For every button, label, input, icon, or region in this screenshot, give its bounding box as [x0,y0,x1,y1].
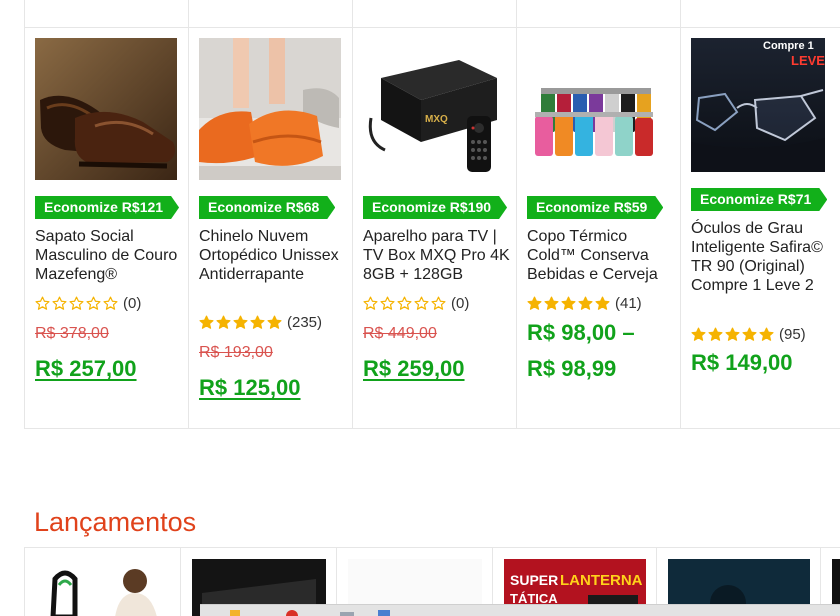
star-filled-icon [544,296,559,310]
star-rating [691,327,774,342]
star-filled-icon [759,327,774,341]
sale-price[interactable]: R$ 125,00 [199,375,301,401]
star-rating [199,315,282,330]
product-grid: Economize R$121 Sapato Social Masculino … [24,28,840,429]
folder-icon [230,610,240,616]
promo-text: LEVE 2 [791,53,825,68]
product-name[interactable]: Copo Térmico Cold™ Conserva Bebidas e Ce… [527,227,675,284]
star-filled-icon [267,315,282,329]
product-card[interactable]: MXQ Economize R$190 Aparelho para TV | T… [353,28,517,428]
rating: (95) [691,324,806,344]
star-empty-icon [35,296,50,310]
previous-card [352,0,516,28]
previous-card [188,0,352,28]
review-count: (95) [779,325,806,343]
review-count: (0) [451,294,470,312]
star-empty-icon [363,296,378,310]
star-filled-icon [595,296,610,310]
app-icon [340,612,354,616]
star-empty-icon [52,296,67,310]
star-filled-icon [527,296,542,310]
section-title-lancamentos: Lançamentos [34,507,197,537]
rating: (0) [35,293,141,313]
tumblers-image[interactable] [527,38,669,180]
tv-box-image[interactable]: MXQ [363,38,505,180]
product-name[interactable]: Chinelo Nuvem Ortopédico Unissex Antider… [199,227,347,284]
star-filled-icon [578,296,593,310]
price-range-min[interactable]: R$ 98,00 – [527,320,635,346]
product-card[interactable]: Compre 1 LEVE 2 Economize R$71 Óculos de… [681,28,840,428]
previous-card [24,0,188,28]
sale-price[interactable]: R$ 259,00 [363,356,465,382]
savings-badge: Economize R$190 [363,196,507,219]
sale-price[interactable]: R$ 257,00 [35,356,137,382]
promo-text: SUPER [510,572,558,588]
product-card[interactable]: Economize R$59 Copo Térmico Cold™ Conser… [517,28,681,428]
star-rating [363,296,446,311]
star-filled-icon [233,315,248,329]
star-filled-icon [708,327,723,341]
star-empty-icon [397,296,412,310]
star-empty-icon [414,296,429,310]
taskbar [200,604,840,616]
star-filled-icon [725,327,740,341]
star-empty-icon [431,296,446,310]
rating: (235) [199,312,322,332]
star-filled-icon [742,327,757,341]
glasses-image[interactable]: Compre 1 LEVE 2 [691,38,825,172]
promo-text: Compre 1 [763,40,814,52]
savings-badge: Economize R$68 [199,196,335,219]
star-rating [527,296,610,311]
original-price: R$ 378,00 [35,325,109,342]
chrome-icon [286,610,298,616]
star-filled-icon [691,327,706,341]
product-card[interactable]: Economize R$68 Chinelo Nuvem Ortopédico … [189,28,353,428]
star-empty-icon [69,296,84,310]
review-count: (235) [287,313,323,331]
star-empty-icon [86,296,101,310]
rating: (41) [527,293,642,313]
previous-card [680,0,840,28]
previous-card [516,0,680,28]
original-price: R$ 449,00 [363,325,437,342]
star-filled-icon [199,315,214,329]
sale-price[interactable]: R$ 149,00 [691,350,793,376]
product-name[interactable]: Óculos de Grau Inteligente Safira© TR 90… [691,219,839,295]
star-filled-icon [561,296,576,310]
product-name[interactable]: Aparelho para TV | TV Box MXQ Pro 4K 8GB… [363,227,511,284]
product-card[interactable]: Economize R$121 Sapato Social Masculino … [25,28,189,428]
savings-badge: Economize R$71 [691,188,827,211]
product-name[interactable]: Sapato Social Masculino de Couro Mazefen… [35,227,183,284]
price-range-max[interactable]: R$ 98,99 [527,356,616,382]
savings-badge: Economize R$121 [35,196,179,219]
star-empty-icon [380,296,395,310]
star-filled-icon [216,315,231,329]
promo-text: LANTERNA [560,572,643,589]
posture-brace-image[interactable] [35,559,169,616]
app-icon [378,610,390,616]
star-rating [35,296,118,311]
slipper-image[interactable] [199,38,341,180]
star-filled-icon [250,315,265,329]
review-count: (0) [123,294,142,312]
rating: (0) [363,293,469,313]
original-price: R$ 193,00 [199,344,273,361]
review-count: (41) [615,294,642,312]
savings-badge: Economize R$59 [527,196,663,219]
star-empty-icon [103,296,118,310]
shoe-image[interactable] [35,38,177,180]
svg-text:MXQ: MXQ [425,114,448,125]
previous-product-row [24,0,840,28]
product-card[interactable] [24,547,180,616]
